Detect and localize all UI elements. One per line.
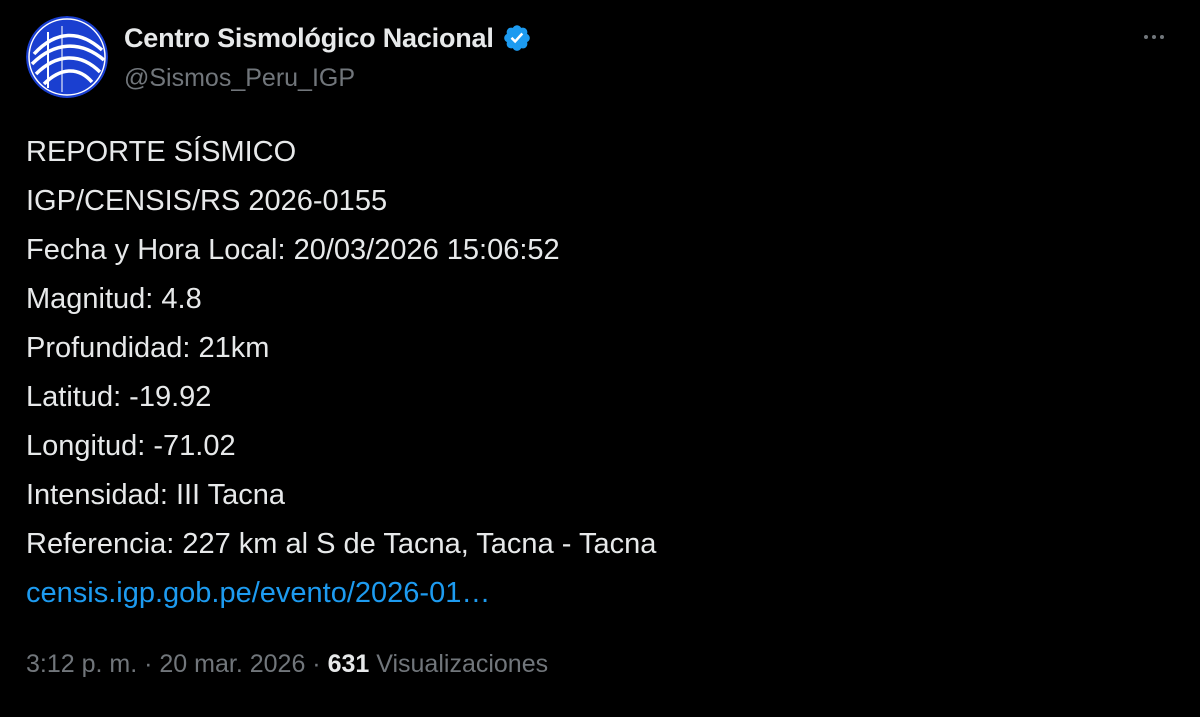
views-label[interactable]: Visualizaciones <box>376 650 548 678</box>
tweet-date[interactable]: 20 mar. 2026 <box>159 650 305 678</box>
meta-separator: · <box>144 650 153 678</box>
tweet-text: REPORTE SÍSMICO IGP/CENSIS/RS 2026-0155 … <box>26 128 656 618</box>
tweet[interactable]: Centro Sismológico Nacional @Sismos_Peru… <box>0 0 1200 717</box>
report-intensity: Intensidad: III Tacna <box>26 479 286 511</box>
display-name[interactable]: Centro Sismológico Nacional <box>124 23 494 54</box>
views-count[interactable]: 631 <box>328 650 370 678</box>
tweet-time[interactable]: 3:12 p. m. <box>26 650 137 678</box>
verified-badge-icon[interactable] <box>502 23 532 53</box>
meta-separator: · <box>312 650 321 678</box>
author-info: Centro Sismológico Nacional @Sismos_Peru… <box>124 18 532 93</box>
report-magnitude: Magnitud: 4.8 <box>26 283 202 315</box>
report-latitude: Latitud: -19.92 <box>26 381 212 413</box>
more-options-icon[interactable] <box>1134 22 1174 52</box>
report-longitude: Longitud: -71.02 <box>26 430 236 462</box>
name-row: Centro Sismológico Nacional <box>124 18 532 58</box>
event-link[interactable]: censis.igp.gob.pe/evento/2026-01… <box>26 577 490 609</box>
igp-logo-icon <box>26 16 108 98</box>
report-reference: Referencia: 227 km al S de Tacna, Tacna … <box>26 528 657 560</box>
report-id: IGP/CENSIS/RS 2026-0155 <box>26 185 388 217</box>
handle[interactable]: @Sismos_Peru_IGP <box>124 64 532 93</box>
report-datetime: Fecha y Hora Local: 20/03/2026 15:06:52 <box>26 234 560 266</box>
report-depth: Profundidad: 21km <box>26 332 270 364</box>
tweet-meta: 3:12 p. m. · 20 mar. 2026 · 631 Visualiz… <box>26 650 548 679</box>
report-title: REPORTE SÍSMICO <box>26 136 297 168</box>
avatar[interactable] <box>26 16 108 98</box>
